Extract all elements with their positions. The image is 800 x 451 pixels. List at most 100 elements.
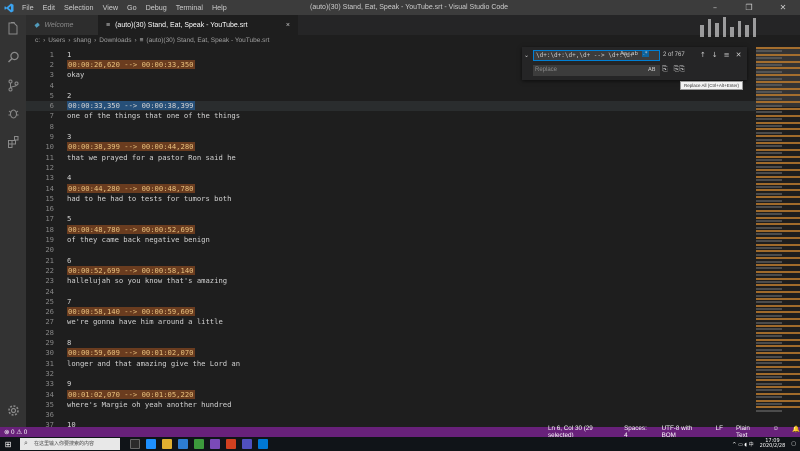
minimap[interactable]: [756, 47, 800, 427]
code-line[interactable]: 8: [26, 121, 756, 131]
notification-center-icon[interactable]: ▢: [791, 441, 796, 447]
code-line[interactable]: 93: [26, 131, 756, 141]
code-line[interactable]: 52: [26, 90, 756, 100]
preserve-case-button[interactable]: AB: [648, 67, 656, 73]
code-line[interactable]: 20: [26, 245, 756, 255]
tab-welcome[interactable]: ◆ Welcome: [26, 15, 98, 35]
regex-button[interactable]: .*: [642, 51, 649, 57]
app-blue-icon[interactable]: [242, 439, 252, 449]
store-icon[interactable]: [178, 439, 188, 449]
find-nav: ↑ ↓ ≡ ✕: [700, 51, 742, 59]
warning-count: 0: [23, 428, 28, 436]
code-line[interactable]: 29 8: [26, 337, 756, 347]
code-line[interactable]: 36: [26, 410, 756, 420]
menu-file[interactable]: File: [22, 3, 34, 12]
app-red-icon[interactable]: [226, 439, 236, 449]
extensions-icon[interactable]: [4, 132, 22, 150]
toggle-replace-chevron-icon[interactable]: ⌄: [524, 52, 531, 59]
replace-one-icon[interactable]: ⎘: [662, 65, 668, 74]
minimap-row: [756, 240, 783, 243]
file-explorer-icon[interactable]: [162, 439, 172, 449]
edge-icon[interactable]: [146, 439, 156, 449]
code-line[interactable]: 31 longer and that amazing give the Lord …: [26, 358, 756, 368]
minimap-row: [756, 70, 783, 73]
windows-start-icon[interactable]: ⊞: [0, 440, 16, 449]
code-line[interactable]: 11 that we prayed for a pastor Ron said h…: [26, 152, 756, 162]
tab-close-icon[interactable]: ×: [286, 22, 290, 29]
code-line[interactable]: 18 00:00:48,780 --> 00:00:52,699: [26, 224, 756, 234]
task-view-icon[interactable]: [130, 439, 140, 449]
match-case-button[interactable]: Aa: [620, 51, 627, 57]
menu-edit[interactable]: Edit: [43, 3, 55, 12]
code-line[interactable]: 4: [26, 80, 756, 90]
code-line[interactable]: 7 one of the things that one of the thing…: [26, 111, 756, 121]
code-line[interactable]: 16: [26, 204, 756, 214]
line-number: 14: [45, 183, 54, 193]
code-editor[interactable]: 1 1 2 00:00:26,620 --> 00:00:33,350 3 okay 4 5 2…: [26, 47, 756, 429]
maximize-button[interactable]: ❐: [732, 0, 766, 15]
minimap-row: [756, 77, 783, 80]
whole-word-button[interactable]: ab: [631, 51, 638, 57]
code-line[interactable]: 24: [26, 286, 756, 296]
taskbar-search-input[interactable]: 在这里输入你要搜索的内容: [20, 438, 120, 450]
minimize-button[interactable]: –: [698, 0, 732, 15]
code-line[interactable]: 13 4: [26, 173, 756, 183]
line-number: 2: [49, 59, 54, 69]
code-line[interactable]: 14 00:00:44,280 --> 00:00:48,780: [26, 183, 756, 193]
menu-selection[interactable]: Selection: [64, 3, 94, 12]
menu-go[interactable]: Go: [127, 3, 137, 12]
previous-match-icon[interactable]: ↑: [700, 51, 706, 59]
source-control-icon[interactable]: [4, 76, 22, 94]
next-match-icon[interactable]: ↓: [712, 51, 718, 59]
minimap-row: [756, 270, 800, 273]
code-line[interactable]: 34 00:01:02,070 --> 00:01:05,220: [26, 389, 756, 399]
code-line[interactable]: 30 00:00:59,609 --> 00:01:02,070: [26, 348, 756, 358]
app-green-icon[interactable]: [194, 439, 204, 449]
problems-indicator[interactable]: ⊗ 0 ⚠ 0: [4, 429, 27, 436]
code-line[interactable]: 33 9: [26, 379, 756, 389]
breadcrumb-item[interactable]: Users: [48, 35, 65, 47]
debug-icon[interactable]: [4, 104, 22, 122]
line-text: 00:00:52,699 --> 00:00:58,140: [67, 265, 195, 275]
code-line[interactable]: 12: [26, 162, 756, 172]
vscode-logo-icon: [0, 0, 18, 15]
code-line[interactable]: 35 where's Margie oh yeah another hundred: [26, 399, 756, 409]
replace-input[interactable]: Replace: [533, 65, 660, 76]
menu-help[interactable]: Help: [212, 3, 227, 12]
tab-srt-file[interactable]: ≡ (auto)(30) Stand, Eat, Speak - YouTube…: [98, 15, 298, 35]
minimap-row: [756, 362, 783, 365]
code-line[interactable]: 19 of they came back negative benign: [26, 234, 756, 244]
line-number: 26: [45, 307, 54, 317]
code-line[interactable]: 6 00:00:33,350 --> 00:00:38,399: [26, 100, 756, 111]
breadcrumb-item[interactable]: Downloads: [99, 35, 131, 47]
code-line[interactable]: 10 00:00:38,399 --> 00:00:44,280: [26, 142, 756, 152]
menu-debug[interactable]: Debug: [146, 3, 167, 12]
menu-view[interactable]: View: [103, 3, 118, 12]
menu-terminal[interactable]: Terminal: [176, 3, 203, 12]
tray-icons[interactable]: ^ ▭ ◖ 中: [732, 441, 753, 448]
code-line[interactable]: 25 7: [26, 296, 756, 306]
settings-gear-icon[interactable]: [4, 401, 22, 419]
replace-all-icon[interactable]: ⎘⎘: [674, 65, 685, 74]
search-icon[interactable]: [4, 48, 22, 66]
code-line[interactable]: 28: [26, 327, 756, 337]
code-line[interactable]: 23 hallelujah so you know that's amazing: [26, 276, 756, 286]
explorer-icon[interactable]: [4, 19, 22, 37]
code-line[interactable]: 17 5: [26, 214, 756, 224]
clock[interactable]: 17:09 2020/2/28: [760, 439, 786, 449]
close-window-button[interactable]: ✕: [766, 0, 800, 15]
code-line[interactable]: 22 00:00:52,699 --> 00:00:58,140: [26, 265, 756, 275]
close-find-icon[interactable]: ✕: [736, 51, 742, 59]
breadcrumb-item[interactable]: shang: [73, 35, 91, 47]
breadcrumb-item[interactable]: (auto)(30) Stand, Eat, Speak - YouTube.s…: [146, 35, 269, 47]
code-line[interactable]: 15 had to he had to tests for tumors both: [26, 193, 756, 203]
vscode-taskbar-icon[interactable]: [258, 439, 268, 449]
code-line[interactable]: 26 00:00:58,140 --> 00:00:59,609: [26, 307, 756, 317]
code-line[interactable]: 27 we're gonna have him around a little: [26, 317, 756, 327]
breadcrumb-item[interactable]: c:: [35, 35, 40, 47]
code-line[interactable]: 21 6: [26, 255, 756, 265]
find-in-selection-icon[interactable]: ≡: [724, 51, 730, 59]
code-line[interactable]: 32: [26, 368, 756, 378]
line-number: 9: [49, 132, 54, 142]
app-purple-icon[interactable]: [210, 439, 220, 449]
